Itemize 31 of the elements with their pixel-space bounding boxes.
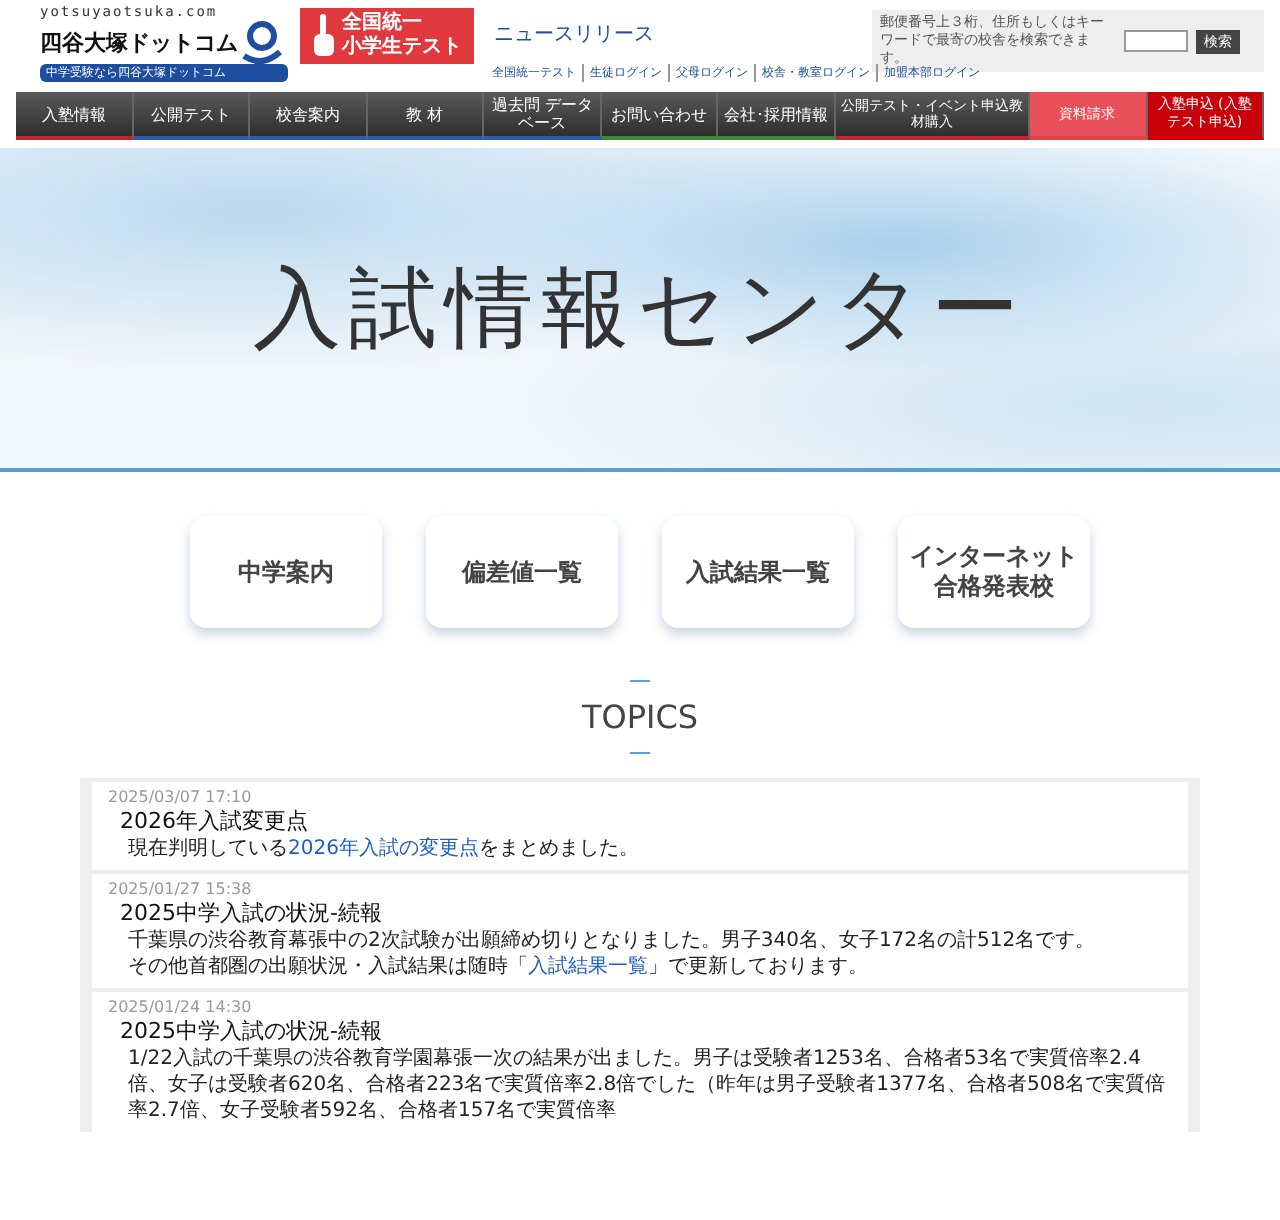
quick-link-card[interactable]: 偏差値一覧 <box>426 516 618 628</box>
nav-item[interactable]: 教 材 <box>367 92 485 140</box>
nav-item[interactable]: お問い合わせ <box>601 92 719 140</box>
search-field[interactable] <box>1124 30 1188 52</box>
topic-title[interactable]: 2025中学入試の状況-続報 <box>108 1016 1172 1046</box>
banner-title: 入試情報センター <box>253 255 1027 363</box>
nav-item[interactable]: 校舎案内 <box>250 92 368 140</box>
topic-date: 2025/01/27 15:38 <box>108 880 254 898</box>
nav-item[interactable]: 過去問 データベース <box>484 92 602 140</box>
topic-text: 1/22入試の千葉県の渋谷教育学園幕張一次の結果が出ました。男子は受験者1253名、合格者53名で実質倍率2.4倍、女子は受験者620名、合格者223名で実質倍率2.8倍でした（昨年は男子受験者1377名、合格者508名で実質倍率2.7倍、女子受験者592名、合格者157名で実質倍率 <box>126 1046 1168 1124</box>
logo-mark-icon <box>242 20 282 64</box>
hand-icon <box>312 12 336 60</box>
nav-item[interactable]: 公開テスト <box>133 92 251 140</box>
logo-name[interactable]: 四谷大塚ドットコム <box>40 27 238 57</box>
nav-item[interactable]: 会社･採用情報 <box>718 92 836 140</box>
quick-link-card[interactable]: 入試結果一覧 <box>662 516 854 628</box>
topic-date: 2025/03/07 17:10 <box>108 788 254 806</box>
topic-text: 現在判明している2026年入試の変更点をまとめました。 <box>126 836 641 862</box>
topic-text: その他首都圏の出願状況・入試結果は随時「入試結果一覧」で更新しております。 <box>126 954 870 980</box>
topic-title[interactable]: 2025中学入試の状況-続報 <box>108 898 1172 928</box>
topic-text: 千葉県の渋谷教育幕張中の2次試験が出願締め切りとなりました。男子340名、女子172名の計512名です。 <box>126 928 1098 954</box>
topic-link[interactable]: 入試結果一覧 <box>528 956 648 978</box>
topic-date: 2025/01/24 14:30 <box>108 998 254 1016</box>
topic-link[interactable]: 2026年入試の変更点 <box>288 838 479 860</box>
topic-title[interactable]: 2026年入試変更点 <box>108 806 1172 836</box>
test-banner[interactable]: 全国統一 小学生テスト <box>300 8 474 64</box>
topics-heading: TOPICS <box>581 698 699 736</box>
quick-link-card[interactable]: インターネット合格発表校 <box>898 516 1090 628</box>
news-release-link[interactable]: ニュースリリース <box>486 4 860 48</box>
quick-link-card[interactable]: 中学案内 <box>190 516 382 628</box>
nav-item[interactable]: 入塾情報 <box>16 92 134 140</box>
